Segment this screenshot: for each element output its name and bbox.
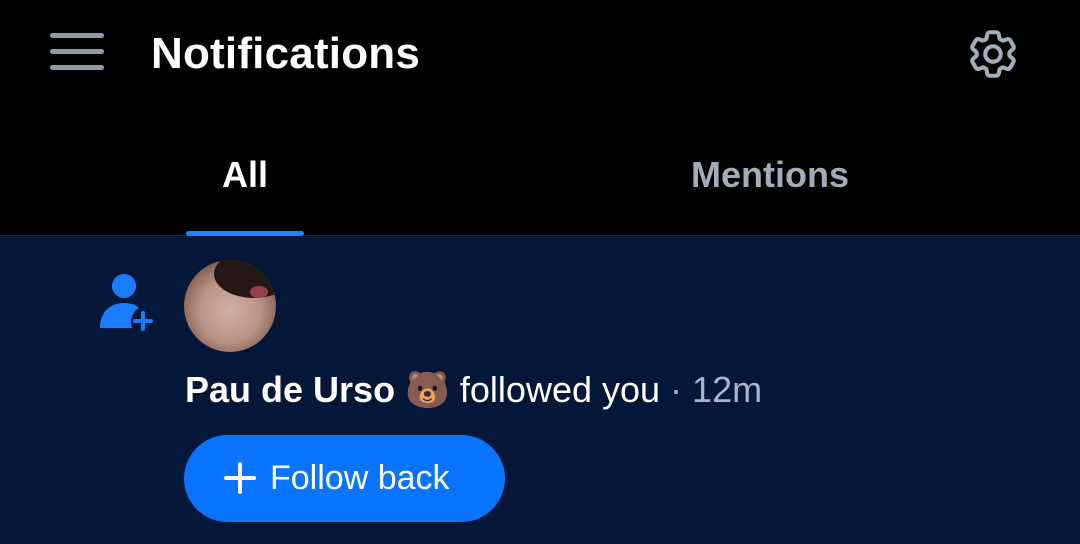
person-add-icon [100, 274, 154, 332]
hamburger-menu-icon [50, 33, 104, 38]
notification-text: Pau de Urso 🐻 followed you · 12m [185, 367, 762, 413]
tab-all[interactable]: All [186, 110, 304, 236]
notification-action: followed you [459, 369, 661, 410]
follow-back-button[interactable]: Follow back [184, 435, 505, 522]
user-name-link[interactable]: Pau de Urso 🐻 [185, 369, 450, 410]
menu-button[interactable] [50, 30, 106, 76]
tab-mentions[interactable]: Mentions [650, 110, 890, 235]
page-title: Notifications [151, 29, 421, 78]
follow-back-label: Follow back [270, 459, 450, 497]
gear-icon [970, 30, 1016, 78]
tab-mentions-label: Mentions [691, 154, 849, 195]
plus-icon [224, 462, 256, 494]
top-bar: Notifications [0, 0, 1080, 110]
tab-all-label: All [221, 154, 268, 195]
notification-time: 12m [692, 369, 763, 410]
user-avatar[interactable] [184, 260, 276, 352]
notification-tabs: All Mentions [0, 110, 1080, 236]
settings-button[interactable] [964, 25, 1022, 83]
notification-feed: Pau de Urso 🐻 followed you · 12m Follow … [0, 236, 1080, 544]
separator-dot: · [660, 369, 693, 410]
